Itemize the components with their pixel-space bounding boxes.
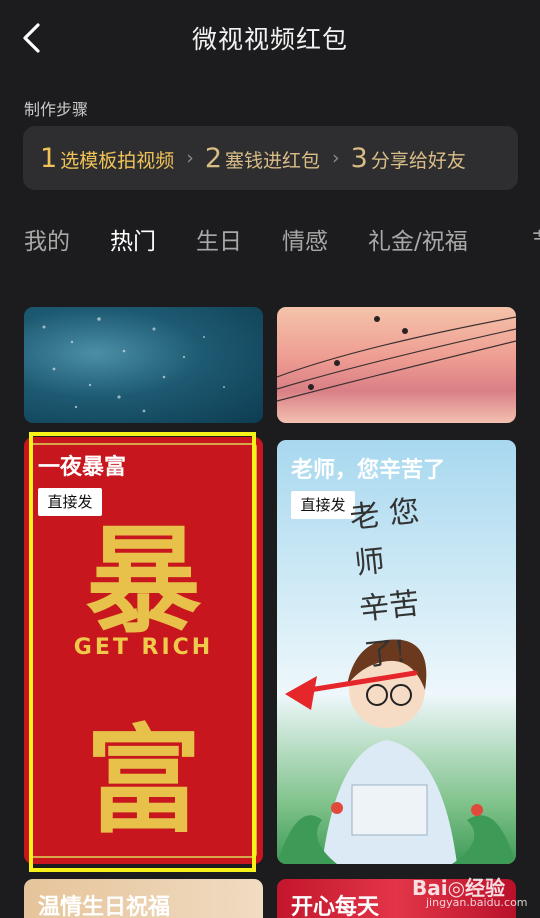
tab-gift-blessing[interactable]: 礼金/祝福 <box>368 222 468 258</box>
direct-send-badge: 直接发 <box>291 491 355 519</box>
tab-emotion[interactable]: 情感 <box>282 222 328 258</box>
wires-image <box>277 316 516 402</box>
template-card-teacher[interactable]: 老师，您辛苦了 直接发 老 您 师 辛苦 了! <box>277 440 516 864</box>
card-title: 温情生日祝福 <box>38 895 171 918</box>
tab-festival-partial[interactable]: 节 <box>532 222 540 256</box>
chevron-right-icon: › <box>186 147 194 169</box>
tab-mine[interactable]: 我的 <box>24 222 70 258</box>
tab-hot[interactable]: 热门 <box>110 222 156 258</box>
category-tabs: 我的 热门 生日 情感 礼金/祝福 <box>24 222 508 258</box>
step-2: 2 塞钱进红包 <box>205 143 320 174</box>
step-1-number: 1 <box>40 142 58 174</box>
template-card-ocean[interactable] <box>24 307 263 423</box>
step-2-label: 塞钱进红包 <box>225 149 321 172</box>
card-title: 老师，您辛苦了 <box>291 458 446 483</box>
step-3: 3 分享给好友 <box>351 143 466 174</box>
get-rich-text: GET RICH <box>73 635 214 660</box>
template-card-get-rich[interactable]: 一夜暴富 直接发 暴 GET RICH 富 <box>24 437 263 864</box>
hand-line: 辛苦 <box>357 586 422 628</box>
chevron-right-icon: › <box>332 147 340 169</box>
card-title: 一夜暴富 <box>38 455 127 480</box>
hand-line: 老 您 <box>348 493 421 536</box>
steps-label: 制作步骤 <box>24 100 89 119</box>
calligraphy-char: 暴 <box>85 513 202 649</box>
tab-birthday[interactable]: 生日 <box>196 222 242 258</box>
step-2-number: 2 <box>204 142 222 174</box>
hand-line: 了! <box>362 633 409 674</box>
calligraphy-char: 富 <box>85 713 202 849</box>
step-1: 1 选模板拍视频 <box>40 143 174 174</box>
header: 微视视频红包 <box>0 0 540 78</box>
ocean-image <box>42 317 225 413</box>
card-title: 开心每天 <box>291 895 380 918</box>
step-3-number: 3 <box>350 142 368 174</box>
template-card-wires[interactable] <box>277 307 516 423</box>
hand-line: 师 <box>352 543 387 582</box>
step-3-label: 分享给好友 <box>370 149 466 172</box>
page-title: 微视视频红包 <box>191 25 348 54</box>
template-card-birthday[interactable]: 温情生日祝福 <box>24 879 263 918</box>
steps-bar: 1 选模板拍视频 › 2 塞钱进红包 › 3 分享给好友 <box>23 126 518 190</box>
baidu-watermark: Bai◎经验 jingyan.baidu.com <box>412 872 532 912</box>
step-1-label: 选模板拍视频 <box>60 149 175 172</box>
watermark-url: jingyan.baidu.com <box>426 896 528 909</box>
